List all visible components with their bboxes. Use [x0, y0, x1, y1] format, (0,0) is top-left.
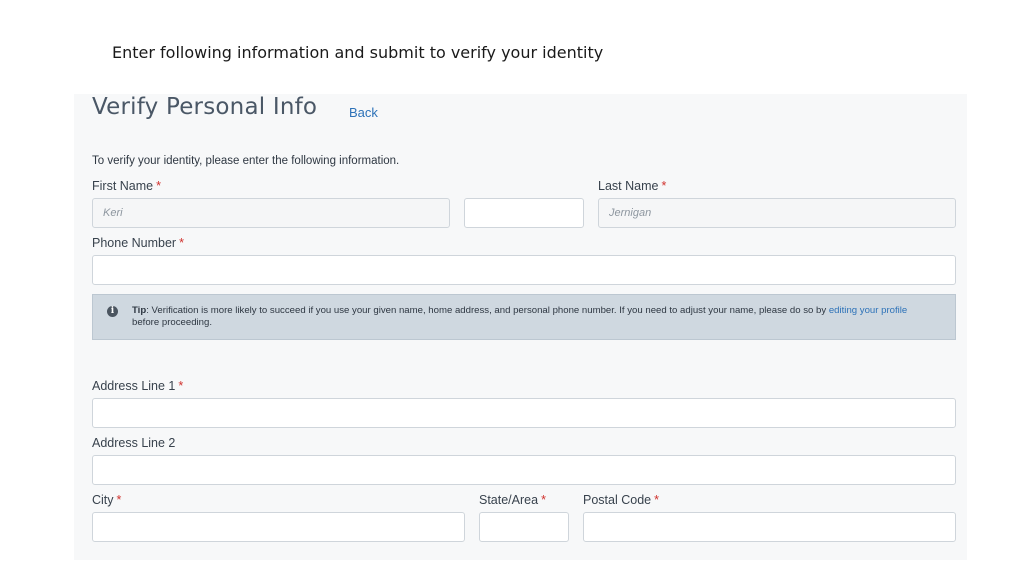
- postal-code-label: Postal Code *: [583, 493, 659, 507]
- tip-text: Tip: Verification is more likely to succ…: [132, 305, 932, 329]
- postal-code-input[interactable]: [583, 512, 956, 542]
- required-marker: *: [654, 493, 659, 507]
- first-name-label-text: First Name: [92, 179, 154, 193]
- required-marker: *: [178, 379, 184, 393]
- required-marker: *: [541, 493, 546, 507]
- state-area-label-text: State/Area: [479, 493, 539, 507]
- first-name-input[interactable]: [92, 198, 450, 228]
- postal-code-label-text: Postal Code: [583, 493, 652, 507]
- tip-prefix: Tip: [132, 305, 147, 316]
- city-input[interactable]: [92, 512, 465, 542]
- state-area-label: State/Area *: [479, 493, 546, 507]
- middle-name-input[interactable]: [464, 198, 584, 228]
- address-line-1-label: Address Line 1 *: [92, 379, 183, 393]
- info-icon: i: [107, 306, 118, 317]
- tip-banner: i Tip: Verification is more likely to su…: [92, 294, 956, 340]
- edit-profile-link[interactable]: editing your profile: [829, 305, 907, 316]
- address-line-1-input[interactable]: [92, 398, 956, 428]
- back-link[interactable]: Back: [349, 105, 378, 120]
- page-title: Verify Personal Info: [92, 94, 318, 120]
- phone-number-input[interactable]: [92, 255, 956, 285]
- phone-number-label-text: Phone Number: [92, 236, 177, 250]
- first-name-label: First Name *: [92, 179, 161, 193]
- state-area-input[interactable]: [479, 512, 569, 542]
- required-marker: *: [116, 493, 122, 507]
- city-label: City *: [92, 493, 121, 507]
- last-name-input[interactable]: [598, 198, 956, 228]
- address-line-1-label-text: Address Line 1: [92, 379, 176, 393]
- city-label-text: City: [92, 493, 114, 507]
- slide-caption: Enter following information and submit t…: [112, 43, 604, 62]
- required-marker: *: [661, 179, 667, 193]
- tip-suffix: before proceeding.: [132, 317, 213, 328]
- phone-number-label: Phone Number *: [92, 236, 184, 250]
- required-marker: *: [179, 236, 184, 250]
- tip-body: : Verification is more likely to succeed…: [146, 305, 829, 316]
- address-line-2-input[interactable]: [92, 455, 956, 485]
- address-line-2-label: Address Line 2: [92, 436, 176, 450]
- last-name-label-text: Last Name: [598, 179, 659, 193]
- required-marker: *: [156, 179, 161, 193]
- form-intro-text: To verify your identity, please enter th…: [92, 155, 400, 167]
- last-name-label: Last Name *: [598, 179, 666, 193]
